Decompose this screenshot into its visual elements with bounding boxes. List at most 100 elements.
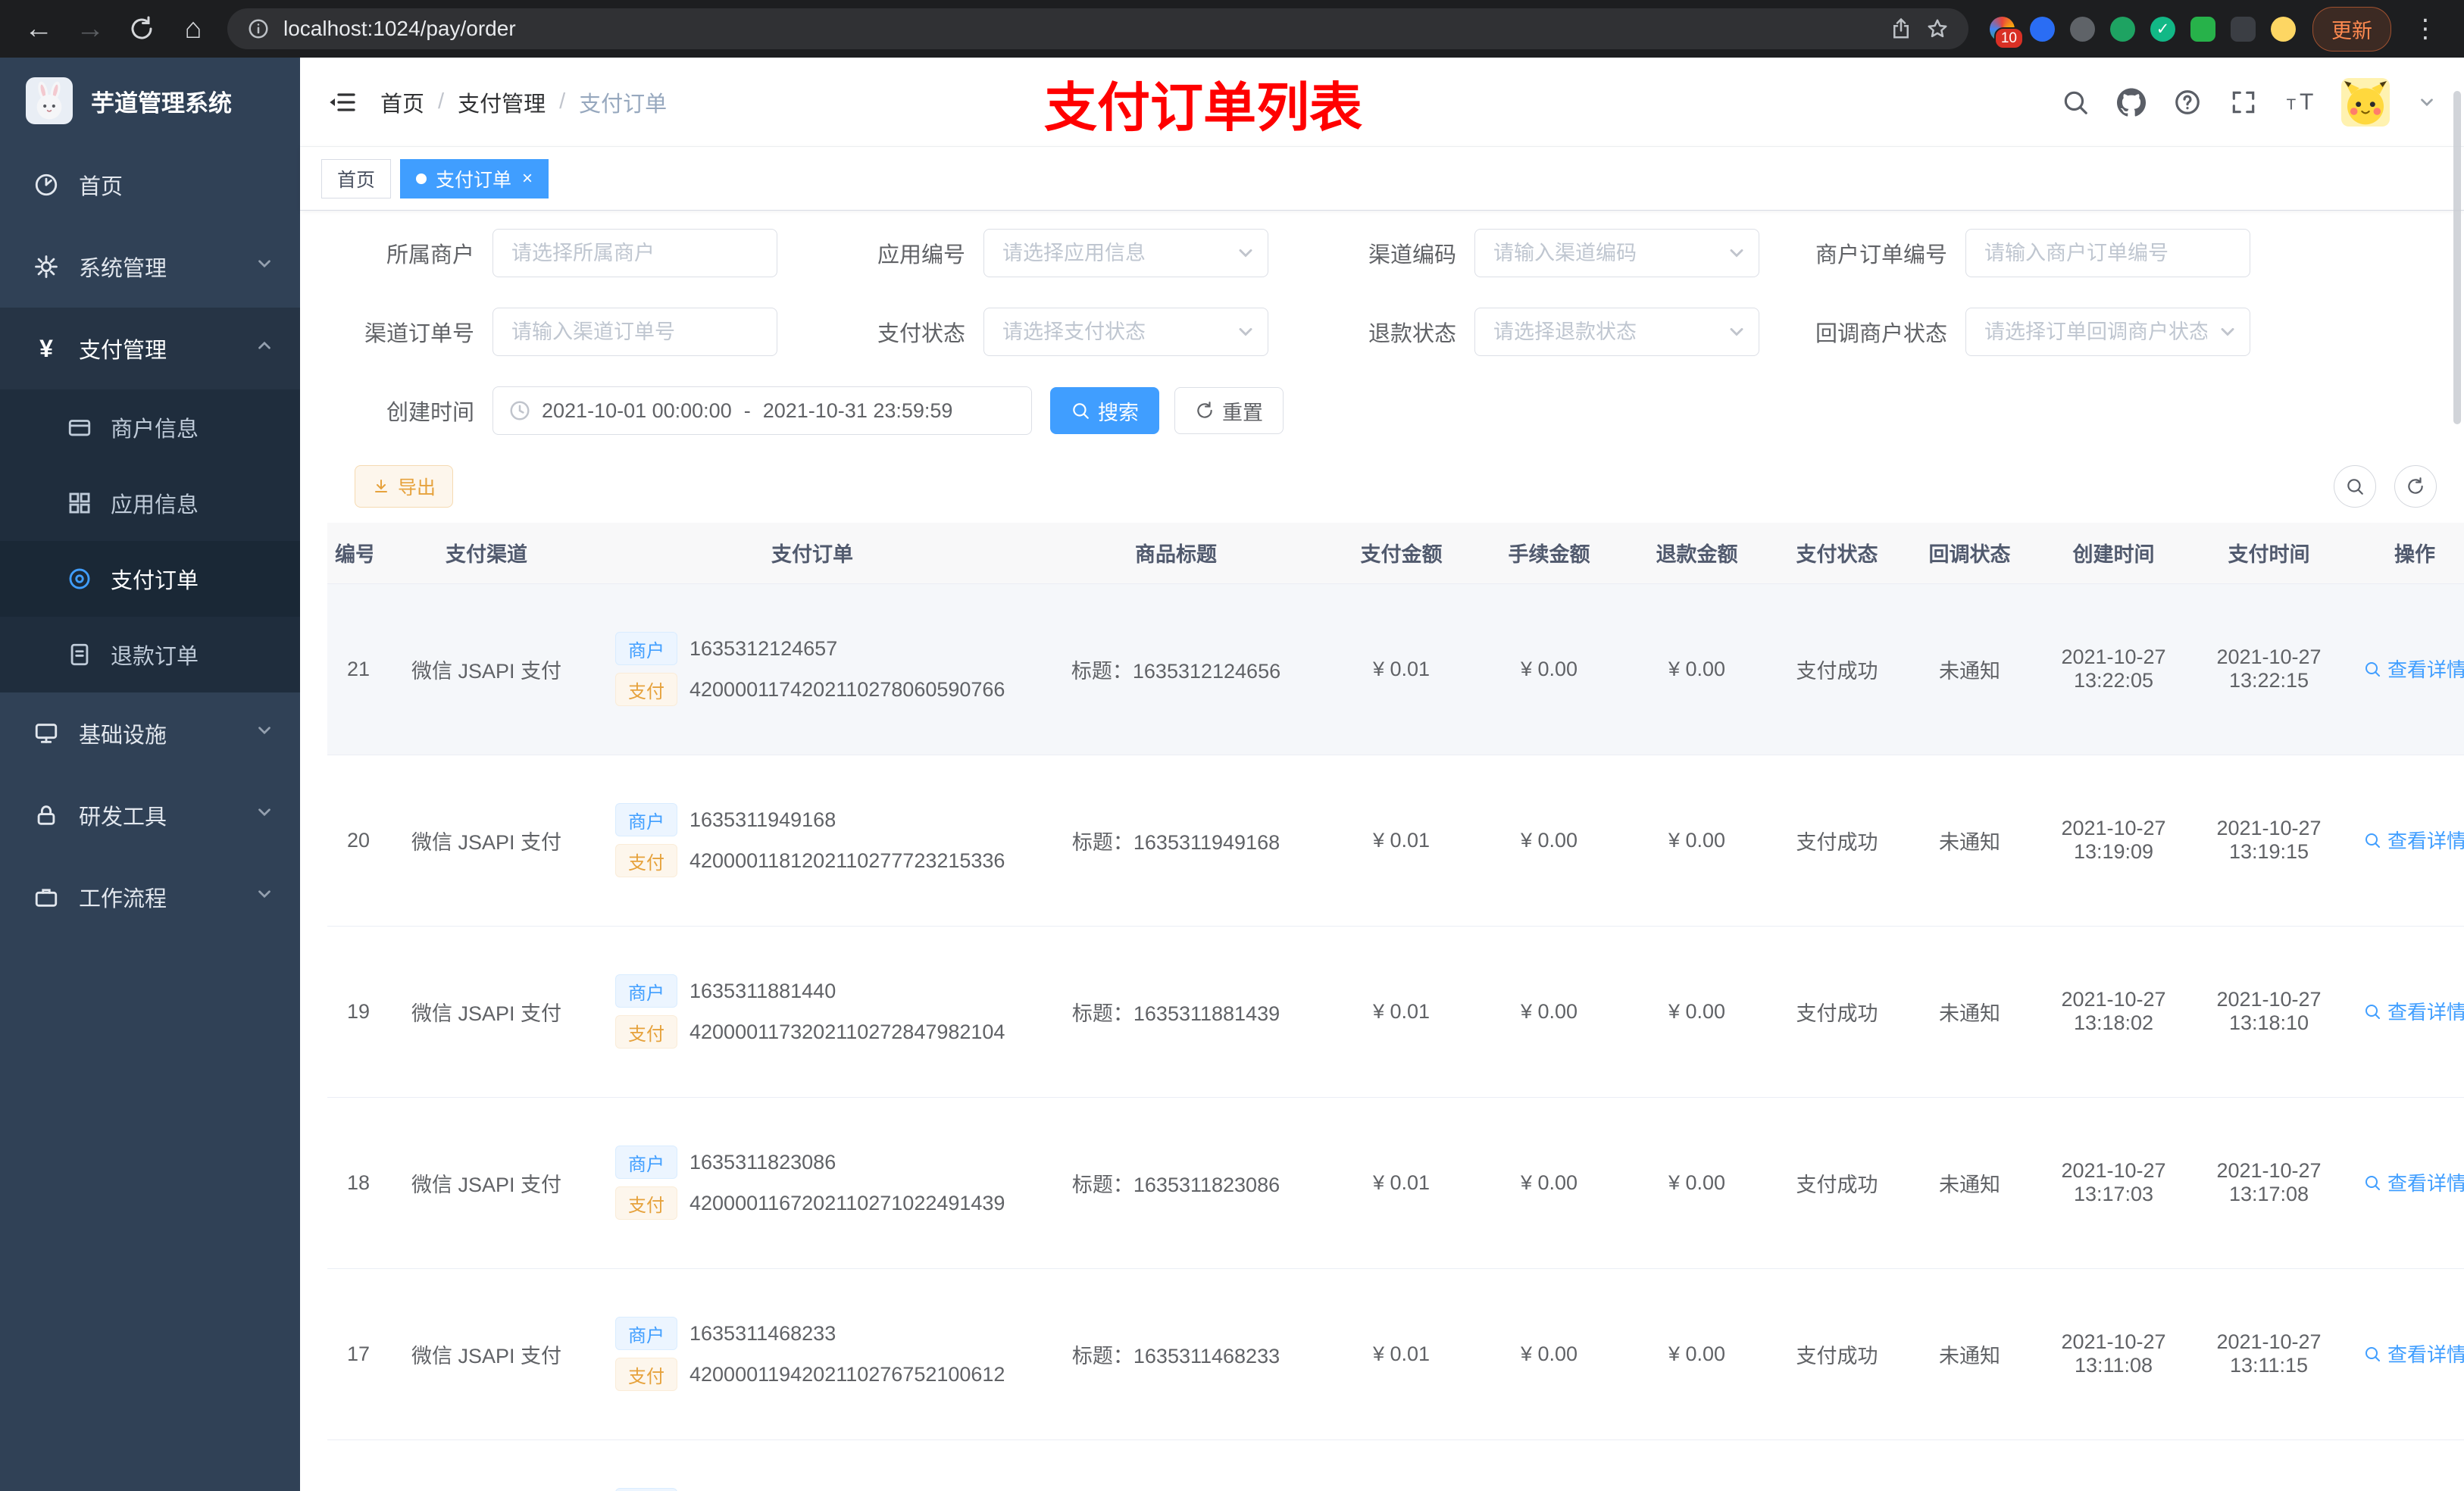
- refund-amount-cell: ¥ 0.00: [1623, 583, 1771, 755]
- sidebar-item-merchant-info[interactable]: 商户信息: [0, 389, 300, 465]
- browser-home-button[interactable]: ⌂: [176, 14, 211, 43]
- avatar[interactable]: [2341, 77, 2390, 127]
- sidebar-item-label: 系统管理: [79, 257, 167, 281]
- help-icon[interactable]: [2173, 88, 2202, 117]
- fee-amount-cell: [1475, 1439, 1623, 1491]
- sidebar-item-app-info[interactable]: 应用信息: [0, 465, 300, 541]
- browser-forward-button[interactable]: →: [73, 14, 108, 43]
- tab-pay-order[interactable]: 支付订单 ×: [400, 158, 549, 198]
- extension-chat-icon[interactable]: [2190, 16, 2215, 42]
- github-icon[interactable]: [2117, 87, 2146, 117]
- pay-order-cell: 商户 1635312124657 支付 42000011742021102780…: [600, 583, 1024, 755]
- app-filter-select[interactable]: [983, 229, 1268, 277]
- product-title-cell: 标题：1635311468233: [1024, 1268, 1327, 1440]
- pay-channel-cell: 微信 JSAPI 支付: [373, 926, 600, 1098]
- view-detail-link[interactable]: 查看详情: [2363, 1168, 2464, 1196]
- pay-amount-cell: ¥ 0.01: [1327, 926, 1475, 1098]
- column-header: 支付状态: [1771, 523, 1903, 584]
- sidebar-item-system[interactable]: 系统管理: [0, 226, 300, 308]
- table-toolbar: 导出: [300, 465, 2464, 508]
- extension-multicolor-icon[interactable]: 10: [1990, 16, 2024, 49]
- fee-amount-cell: ¥ 0.00: [1475, 1097, 1623, 1269]
- refund-amount-cell: ¥ 0.00: [1623, 1097, 1771, 1269]
- filter-refund-status: 退款状态: [1299, 308, 1790, 356]
- pay-time-cell: 2021-10-27 13:18:10: [2191, 926, 2347, 1098]
- browser-menu-icon[interactable]: ⋮: [2408, 14, 2443, 44]
- callback-status-select[interactable]: [1965, 308, 2250, 356]
- view-detail-link[interactable]: 查看详情: [2363, 997, 2464, 1025]
- url-bar[interactable]: localhost:1024/pay/order: [227, 8, 1968, 49]
- sidebar-item-infra[interactable]: 基础设施: [0, 692, 300, 774]
- action-cell: 查看详情: [2347, 1097, 2464, 1269]
- column-header: 支付渠道: [373, 523, 600, 584]
- page-scrollbar[interactable]: [2453, 91, 2461, 424]
- refund-status-select[interactable]: [1474, 308, 1759, 356]
- toggle-search-button[interactable]: [2334, 465, 2376, 508]
- sidebar-item-workflow[interactable]: 工作流程: [0, 856, 300, 938]
- merchant-tag: 商户: [615, 1488, 677, 1491]
- filter-merchant-order-no: 商户订单编号: [1790, 229, 2281, 277]
- bookmark-star-icon[interactable]: [1926, 17, 1949, 40]
- share-icon[interactable]: [1890, 17, 1912, 40]
- sidebar-item-refund-order[interactable]: 退款订单: [0, 617, 300, 692]
- extension-puzzle-icon[interactable]: [2231, 16, 2256, 42]
- breadcrumb-pay-manage[interactable]: 支付管理: [458, 86, 546, 118]
- action-cell: 查看详情: [2347, 1439, 2464, 1491]
- extension-green-icon[interactable]: [2110, 16, 2135, 42]
- column-header: 商品标题: [1024, 523, 1327, 584]
- create-time-cell: 2021-10-27 13:17:03: [2036, 1097, 2191, 1269]
- refresh-table-button[interactable]: [2394, 465, 2437, 508]
- avatar-caret-icon[interactable]: [2417, 92, 2437, 112]
- search-icon: [2365, 1346, 2380, 1361]
- merchant-order-no-input[interactable]: [1965, 229, 2250, 277]
- tab-home[interactable]: 首页: [321, 158, 392, 198]
- extension-blue-icon[interactable]: [2030, 16, 2055, 42]
- notify-status-cell: 未通知: [1903, 1097, 2036, 1269]
- view-detail-link[interactable]: 查看详情: [2363, 826, 2464, 854]
- channel-code-filter-select[interactable]: [1474, 229, 1759, 277]
- gear-icon: [35, 255, 58, 278]
- sidebar-item-pay-manage[interactable]: ¥ 支付管理: [0, 308, 300, 389]
- channel-order-no-input[interactable]: [492, 308, 777, 356]
- browser-chrome: ← → ⌂ localhost:1024/pay/order 10 ✓ 更新 ⋮: [0, 0, 2464, 58]
- extension-gray-icon[interactable]: [2070, 16, 2095, 42]
- create-time-range-picker[interactable]: 2021-10-01 00:00:00 - 2021-10-31 23:59:5…: [492, 386, 1032, 435]
- breadcrumb-separator: /: [438, 89, 445, 114]
- product-title-cell: 标题：1635311823086: [1024, 1097, 1327, 1269]
- merchant-filter-input[interactable]: [492, 229, 777, 277]
- reset-button[interactable]: 重置: [1174, 387, 1284, 434]
- search-icon: [2347, 479, 2363, 495]
- column-header: 支付时间: [2191, 523, 2347, 584]
- sidebar-item-label: 首页: [79, 175, 124, 199]
- sidebar-item-home[interactable]: 首页: [0, 144, 300, 226]
- browser-reload-button[interactable]: [124, 15, 159, 42]
- notify-status-cell: 未通知: [1903, 583, 2036, 755]
- pay-status-select[interactable]: [983, 308, 1268, 356]
- header: 首页 / 支付管理 / 支付订单 TT: [300, 58, 2464, 147]
- extension-smiley-icon[interactable]: [2271, 16, 2296, 42]
- sidebar-item-devtools[interactable]: 研发工具: [0, 774, 300, 856]
- search-icon[interactable]: [2061, 88, 2090, 117]
- sidebar-toggle[interactable]: [327, 87, 358, 117]
- column-header: 回调状态: [1903, 523, 2036, 584]
- pay-status-cell: 支付成功: [1771, 1268, 1903, 1440]
- tab-close-icon[interactable]: ×: [522, 169, 533, 188]
- view-detail-link[interactable]: 查看详情: [2363, 1339, 2464, 1368]
- pay-order-no: 4200001181202110277723215336: [689, 849, 1005, 872]
- extension-check-icon[interactable]: ✓: [2150, 16, 2175, 42]
- fullscreen-icon[interactable]: [2229, 88, 2258, 117]
- action-cell: 查看详情: [2347, 755, 2464, 927]
- browser-back-button[interactable]: ←: [21, 14, 56, 43]
- search-button[interactable]: 搜索: [1050, 387, 1159, 434]
- sidebar-item-pay-order[interactable]: 支付订单: [0, 541, 300, 617]
- export-button[interactable]: 导出: [355, 465, 454, 508]
- view-detail-link[interactable]: 查看详情: [2363, 655, 2464, 683]
- font-size-icon[interactable]: TT: [2285, 88, 2314, 117]
- pay-time-cell: 2021-10-27 13:11:15: [2191, 1268, 2347, 1440]
- refund-amount-cell: ¥ 0.00: [1623, 1268, 1771, 1440]
- product-title-cell: 标题：1635311881439: [1024, 926, 1327, 1098]
- merchant-order-no: 1635311881440: [689, 979, 836, 1002]
- breadcrumb-home[interactable]: 首页: [380, 86, 424, 118]
- site-info-icon[interactable]: [247, 17, 270, 40]
- browser-update-button[interactable]: 更新: [2312, 6, 2391, 52]
